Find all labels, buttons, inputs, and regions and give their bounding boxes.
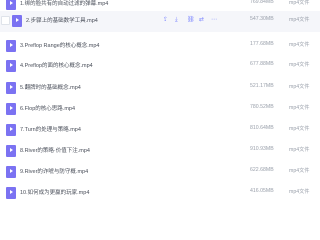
file-size: 677.88MB xyxy=(250,61,274,67)
file-row[interactable]: 4.Preflop的面的核心概念.mp4 677.88MB mp4文件 xyxy=(0,56,320,77)
file-name[interactable]: 2.步骤上的基础数学工具.mp4 xyxy=(26,16,98,24)
file-type: mp4文件 xyxy=(289,126,310,132)
file-size: 622.68MB xyxy=(250,167,274,173)
file-row[interactable]: 2.步骤上的基础数学工具.mp4 ⇪ ⤓ ⛓ ⇄ ⋯ 547.30MB mp4文件 xyxy=(0,11,320,32)
video-file-icon xyxy=(6,0,16,10)
file-list: 1.绑的脸共有的自动过滤的弹幕.mp4 769.84MB mp4文件 2.步骤上的基础… xyxy=(0,0,320,200)
more-icon[interactable]: ⋯ xyxy=(211,17,217,23)
file-type: mp4文件 xyxy=(289,147,310,153)
video-file-icon xyxy=(6,103,16,115)
file-size: 810.64MB xyxy=(250,125,274,131)
row-actions: ⇪ ⤓ ⛓ ⇄ ⋯ xyxy=(163,16,217,24)
file-type: mp4文件 xyxy=(289,84,310,90)
file-type: mp4文件 xyxy=(289,0,310,6)
file-type: mp4文件 xyxy=(289,17,310,23)
video-file-icon xyxy=(12,15,22,27)
file-size: 910.93MB xyxy=(250,146,274,152)
file-row[interactable]: 1.绑的脸共有的自动过滤的弹幕.mp4 769.84MB mp4文件 xyxy=(0,0,320,10)
file-size: 177.68MB xyxy=(250,41,274,47)
file-type: mp4文件 xyxy=(289,105,310,111)
file-type: mp4文件 xyxy=(289,168,310,174)
file-name[interactable]: 10.如何成为更赢的玩家.mp4 xyxy=(20,188,89,196)
file-name[interactable]: 4.Preflop的面的核心概念.mp4 xyxy=(20,61,93,69)
video-file-icon xyxy=(6,166,16,178)
share-icon[interactable]: ⇪ xyxy=(163,17,169,23)
file-row[interactable]: 3.Preflop Range的核心概念.mp4 177.68MB mp4文件 xyxy=(0,36,320,57)
file-name[interactable]: 8.River的策略·价值下注.mp4 xyxy=(20,146,90,154)
move-icon[interactable]: ⇄ xyxy=(199,17,205,23)
file-name[interactable]: 9.River的诈唬与防守概.mp4 xyxy=(20,167,88,175)
link-icon[interactable]: ⛓ xyxy=(187,17,195,23)
file-type: mp4文件 xyxy=(289,189,310,195)
file-name[interactable]: 5.翻牌时的基础概念.mp4 xyxy=(20,83,81,91)
row-checkbox[interactable] xyxy=(1,16,10,25)
file-name[interactable]: 7.Turn的处理与策略.mp4 xyxy=(20,125,81,133)
file-name[interactable]: 3.Preflop Range的核心概念.mp4 xyxy=(20,41,99,49)
file-row[interactable]: 6.Flop的核心思路.mp4 780.52MB mp4文件 xyxy=(0,99,320,120)
video-file-icon xyxy=(6,40,16,52)
file-size: 780.52MB xyxy=(250,104,274,110)
download-icon[interactable]: ⤓ xyxy=(175,17,181,23)
file-size: 521.17MB xyxy=(250,83,274,89)
file-name[interactable]: 1.绑的脸共有的自动过滤的弹幕.mp4 xyxy=(20,0,108,7)
file-row[interactable]: 7.Turn的处理与策略.mp4 810.64MB mp4文件 xyxy=(0,120,320,141)
file-size: 547.30MB xyxy=(250,16,274,22)
video-file-icon xyxy=(6,60,16,72)
video-file-icon xyxy=(6,82,16,94)
file-size: 416.05MB xyxy=(250,188,274,194)
file-row[interactable]: 5.翻牌时的基础概念.mp4 521.17MB mp4文件 xyxy=(0,78,320,99)
file-row[interactable]: 8.River的策略·价值下注.mp4 910.93MB mp4文件 xyxy=(0,141,320,162)
file-size: 769.84MB xyxy=(250,0,274,5)
video-file-icon xyxy=(6,145,16,157)
file-row[interactable]: 10.如何成为更赢的玩家.mp4 416.05MB mp4文件 xyxy=(0,183,320,204)
file-type: mp4文件 xyxy=(289,62,310,68)
file-type: mp4文件 xyxy=(289,42,310,48)
video-file-icon xyxy=(6,124,16,136)
video-file-icon xyxy=(6,187,16,199)
file-name[interactable]: 6.Flop的核心思路.mp4 xyxy=(20,104,75,112)
file-row[interactable]: 9.River的诈唬与防守概.mp4 622.68MB mp4文件 xyxy=(0,162,320,183)
